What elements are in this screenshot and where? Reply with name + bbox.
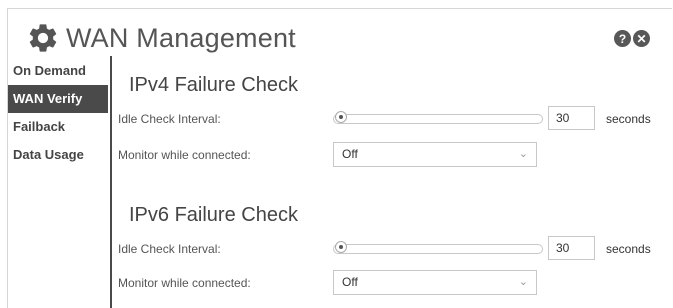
- ipv4-idle-check-label: Idle Check Interval:: [118, 112, 221, 126]
- ipv6-section-title: IPv6 Failure Check: [129, 204, 298, 226]
- slider-handle[interactable]: [335, 241, 347, 253]
- ipv6-idle-check-slider[interactable]: [333, 241, 543, 254]
- ipv4-monitor-label: Monitor while connected:: [118, 148, 251, 162]
- header-actions: ? ✕: [614, 30, 650, 47]
- slider-track[interactable]: [333, 244, 543, 254]
- chevron-down-icon: ⌄: [518, 148, 528, 160]
- ipv4-idle-check-unit: seconds: [606, 112, 651, 126]
- ipv6-monitor-value: Off: [342, 275, 358, 289]
- slider-track[interactable]: [333, 114, 543, 124]
- sidebar-divider: [110, 56, 112, 308]
- sidebar-item-on-demand[interactable]: On Demand: [8, 63, 108, 85]
- ipv4-monitor-select[interactable]: Off ⌄: [333, 142, 537, 167]
- ipv6-idle-check-input[interactable]: 30: [548, 236, 595, 260]
- sidebar-item-data-usage[interactable]: Data Usage: [8, 141, 108, 169]
- gear-icon: [29, 24, 57, 52]
- window-title: WAN Management: [66, 22, 296, 53]
- ipv6-monitor-label: Monitor while connected:: [118, 276, 251, 290]
- sidebar-item-wan-verify[interactable]: WAN Verify: [8, 85, 108, 113]
- close-icon[interactable]: ✕: [633, 30, 650, 47]
- window-header: WAN Management: [26, 18, 296, 58]
- help-icon[interactable]: ?: [614, 30, 631, 47]
- slider-handle[interactable]: [335, 111, 347, 123]
- ipv4-section-title: IPv4 Failure Check: [129, 74, 298, 96]
- ipv4-idle-check-slider[interactable]: [333, 111, 543, 124]
- ipv6-idle-check-unit: seconds: [606, 242, 651, 256]
- ipv4-idle-check-input[interactable]: 30: [548, 106, 595, 130]
- sidebar-item-failback[interactable]: Failback: [8, 113, 108, 141]
- ipv6-idle-check-label: Idle Check Interval:: [118, 242, 221, 256]
- chevron-down-icon: ⌄: [518, 276, 528, 288]
- sidebar: On Demand WAN Verify Failback Data Usage: [8, 63, 108, 169]
- ipv4-monitor-value: Off: [342, 147, 358, 161]
- ipv6-monitor-select[interactable]: Off ⌄: [333, 270, 537, 295]
